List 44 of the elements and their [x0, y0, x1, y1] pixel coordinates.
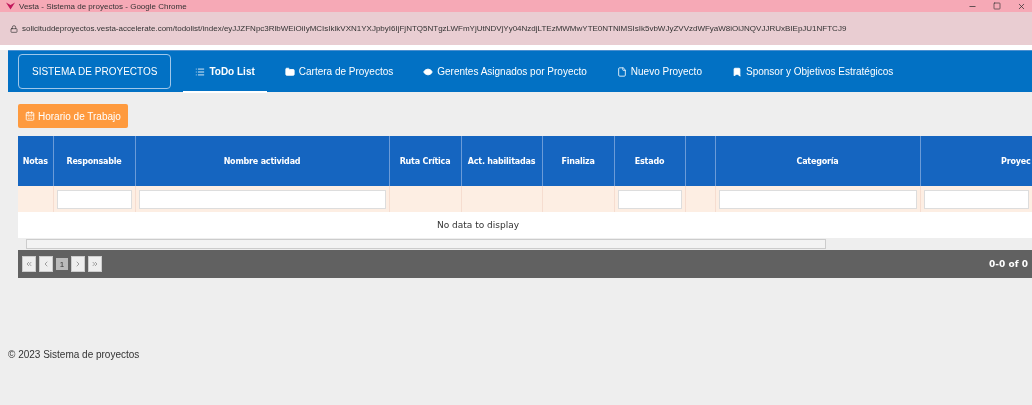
nav-link[interactable]: Nuevo Proyecto [604, 50, 714, 93]
window-title: Vesta - Sistema de proyectos - Google Chrome [19, 1, 188, 11]
column-header[interactable]: Finaliza [561, 156, 595, 166]
nav-link[interactable]: Cartera de Proyectos [272, 50, 406, 93]
nav-link[interactable]: Sponsor y Objetivos Estratégicos [719, 50, 906, 93]
filter-field[interactable] [617, 189, 682, 209]
eye-icon [423, 66, 434, 77]
page-number[interactable]: 1 [56, 258, 68, 270]
list-icon [195, 66, 206, 77]
filter-field[interactable] [923, 189, 1029, 209]
chevron-right-icon [74, 260, 82, 268]
calendar-icon [25, 111, 35, 121]
chevron-left-icon [42, 260, 50, 268]
brand-link[interactable]: SISTEMA DE PROYECTOS [18, 54, 172, 89]
lock-icon [10, 24, 18, 33]
filter-field[interactable] [56, 189, 132, 209]
column-header[interactable]: Nombre actividad [223, 156, 301, 166]
app-logo-icon [6, 2, 15, 10]
maximize-icon[interactable] [993, 2, 1001, 10]
column-header[interactable]: Responsable [66, 156, 122, 166]
next-page-button[interactable] [71, 256, 85, 272]
empty-message: No data to display [18, 212, 1032, 238]
double-chevron-left-icon [25, 260, 33, 268]
nav-link[interactable]: Gerentes Asignados por Proyecto [411, 50, 599, 93]
column-header[interactable]: Estado [634, 156, 665, 166]
column-header[interactable]: Proyec [1001, 156, 1031, 166]
first-page-button[interactable] [22, 256, 36, 272]
filter-field[interactable] [138, 189, 386, 209]
bookmark-icon [731, 66, 742, 77]
folder-icon [284, 66, 295, 77]
column-header[interactable]: Ruta Crítica [399, 156, 451, 166]
column-header[interactable]: Categoría [796, 156, 839, 166]
close-icon[interactable] [1017, 1, 1026, 11]
file-icon [616, 66, 627, 77]
filter-field[interactable] [718, 189, 917, 209]
footer-text: © 2023 Sistema de proyectos [7, 348, 141, 360]
scrollbar-thumb[interactable] [26, 239, 826, 249]
double-chevron-right-icon [91, 260, 99, 268]
nav-link[interactable]: ToDo List [183, 50, 267, 93]
page-summary: 0-0 of 0 [989, 259, 1028, 269]
column-header[interactable]: Notas [22, 156, 48, 166]
previous-page-button[interactable] [39, 256, 53, 272]
column-header[interactable]: Act. habilitadas [467, 156, 536, 166]
last-page-button[interactable] [88, 256, 102, 272]
